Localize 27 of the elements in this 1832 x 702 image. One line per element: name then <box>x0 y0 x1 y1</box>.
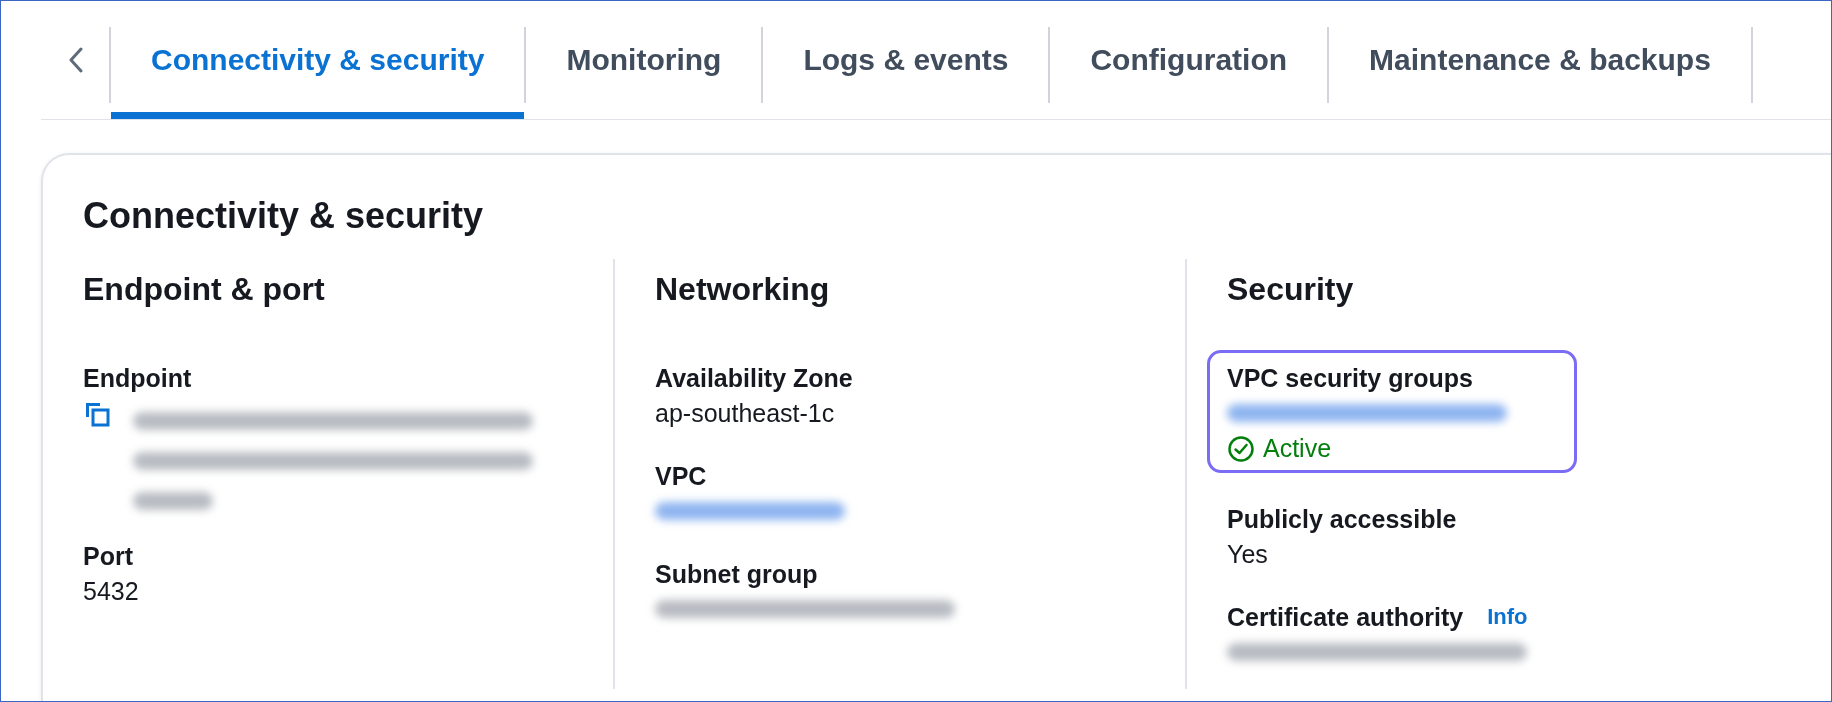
field-label: VPC <box>655 461 707 492</box>
tab[interactable]: Connectivity & security <box>111 1 525 119</box>
field-label: Endpoint <box>83 363 192 394</box>
check-circle-icon <box>1227 434 1255 463</box>
field-label: Publicly accessible <box>1227 504 1457 535</box>
field-value: 5432 <box>83 576 139 607</box>
tab[interactable]: Logs & events <box>763 1 1049 119</box>
tab[interactable]: Configuration <box>1050 1 1328 119</box>
tab[interactable]: Monitoring <box>526 1 762 119</box>
section-heading: Endpoint & port <box>83 271 326 308</box>
field-label: Subnet group <box>655 559 818 590</box>
copy-icon[interactable] <box>83 400 111 428</box>
blurred-link[interactable] <box>1227 404 1507 422</box>
field-label: Port <box>83 541 133 572</box>
status-text: Active <box>1263 434 1332 463</box>
field-value: Yes <box>1227 539 1268 570</box>
field-label: Certificate authority <box>1227 602 1464 633</box>
blurred-link[interactable] <box>655 502 845 520</box>
section-heading: Networking <box>655 271 831 308</box>
field-value: ap-southeast-1c <box>655 398 835 429</box>
field-label: VPC security groups <box>1227 363 1473 394</box>
chevron-left-icon <box>69 47 83 73</box>
panel-title: Connectivity & security <box>83 195 485 237</box>
info-link[interactable]: Info <box>1487 604 1528 630</box>
field-label: Availability Zone <box>655 363 853 394</box>
section-heading: Security <box>1227 271 1355 308</box>
tab[interactable]: Maintenance & backups <box>1329 1 1751 119</box>
